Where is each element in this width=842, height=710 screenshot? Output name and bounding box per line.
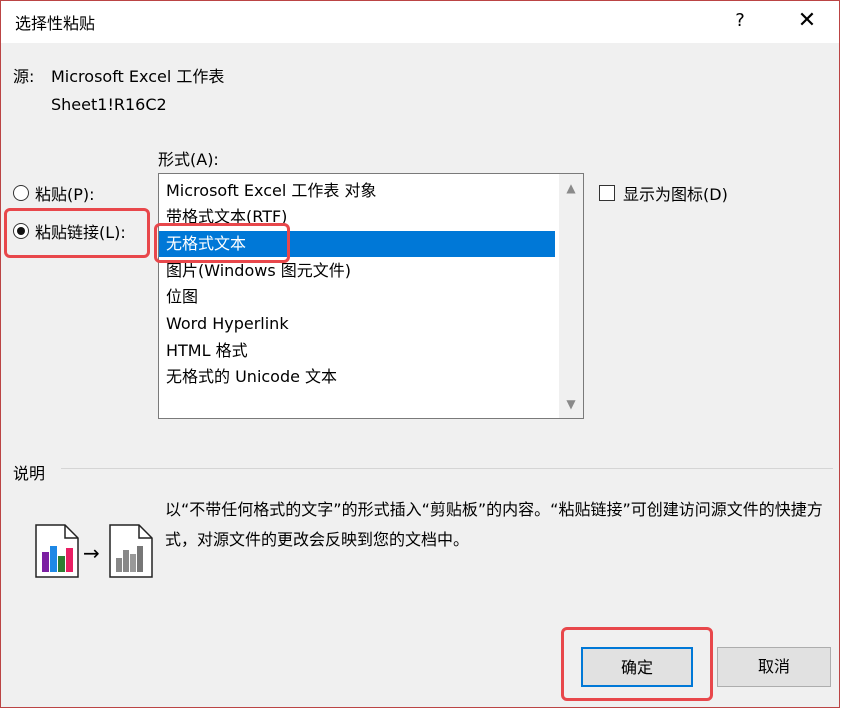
description-label: 说明	[13, 464, 46, 483]
paste-radio-option[interactable]: 粘贴(P):	[13, 181, 95, 205]
chart-document-icon	[35, 524, 79, 578]
description-divider	[61, 468, 833, 469]
help-button[interactable]: ?	[725, 5, 755, 37]
ok-button[interactable]: 确定	[581, 647, 693, 687]
format-listbox[interactable]: Microsoft Excel 工作表 对象 带格式文本(RTF) 无格式文本 …	[158, 173, 584, 419]
format-list-item[interactable]: HTML 格式	[159, 338, 555, 364]
format-list-item[interactable]: 无格式的 Unicode 文本	[159, 364, 555, 390]
chevron-down-icon[interactable]: ▼	[559, 394, 583, 414]
chevron-up-icon[interactable]: ▲	[559, 178, 583, 198]
source-label: 源:	[13, 67, 35, 86]
format-list-item[interactable]: Word Hyperlink	[159, 311, 555, 337]
paste-radio-label: 粘贴(P):	[35, 185, 95, 204]
display-as-icon-option[interactable]: 显示为图标(D)	[599, 181, 728, 205]
arrow-icon: →	[83, 541, 100, 565]
format-list-item[interactable]: 位图	[159, 284, 555, 310]
format-list-item-selected[interactable]: 无格式文本	[159, 231, 555, 257]
cancel-button[interactable]: 取消	[717, 647, 831, 687]
source-app: Microsoft Excel 工作表	[51, 67, 225, 86]
paste-link-radio-option[interactable]: 粘贴链接(L):	[13, 219, 126, 243]
paste-special-dialog: 选择性粘贴 ? ✕ 源: Microsoft Excel 工作表 Sheet1!…	[0, 0, 840, 708]
paste-radio[interactable]	[13, 185, 29, 201]
paste-link-radio[interactable]	[13, 223, 29, 239]
title-bar: 选择性粘贴 ? ✕	[1, 1, 839, 43]
dialog-title: 选择性粘贴	[15, 14, 96, 33]
format-list-item[interactable]: Microsoft Excel 工作表 对象	[159, 178, 555, 204]
source-range: Sheet1!R16C2	[51, 95, 167, 114]
listbox-scrollbar[interactable]: ▲ ▼	[559, 174, 583, 418]
close-button[interactable]: ✕	[789, 5, 825, 37]
description-text: 以“不带任何格式的文字”的形式插入“剪贴板”的内容。“粘贴链接”可创建访问源文件…	[165, 500, 823, 549]
format-list-item[interactable]: 图片(Windows 图元文件)	[159, 258, 555, 284]
display-as-icon-checkbox[interactable]	[599, 185, 615, 201]
paste-link-radio-label: 粘贴链接(L):	[35, 223, 126, 242]
plain-document-icon	[109, 524, 153, 578]
display-as-icon-label: 显示为图标(D)	[623, 185, 728, 204]
format-list-item[interactable]: 带格式文本(RTF)	[159, 204, 555, 230]
format-label: 形式(A):	[158, 150, 219, 169]
